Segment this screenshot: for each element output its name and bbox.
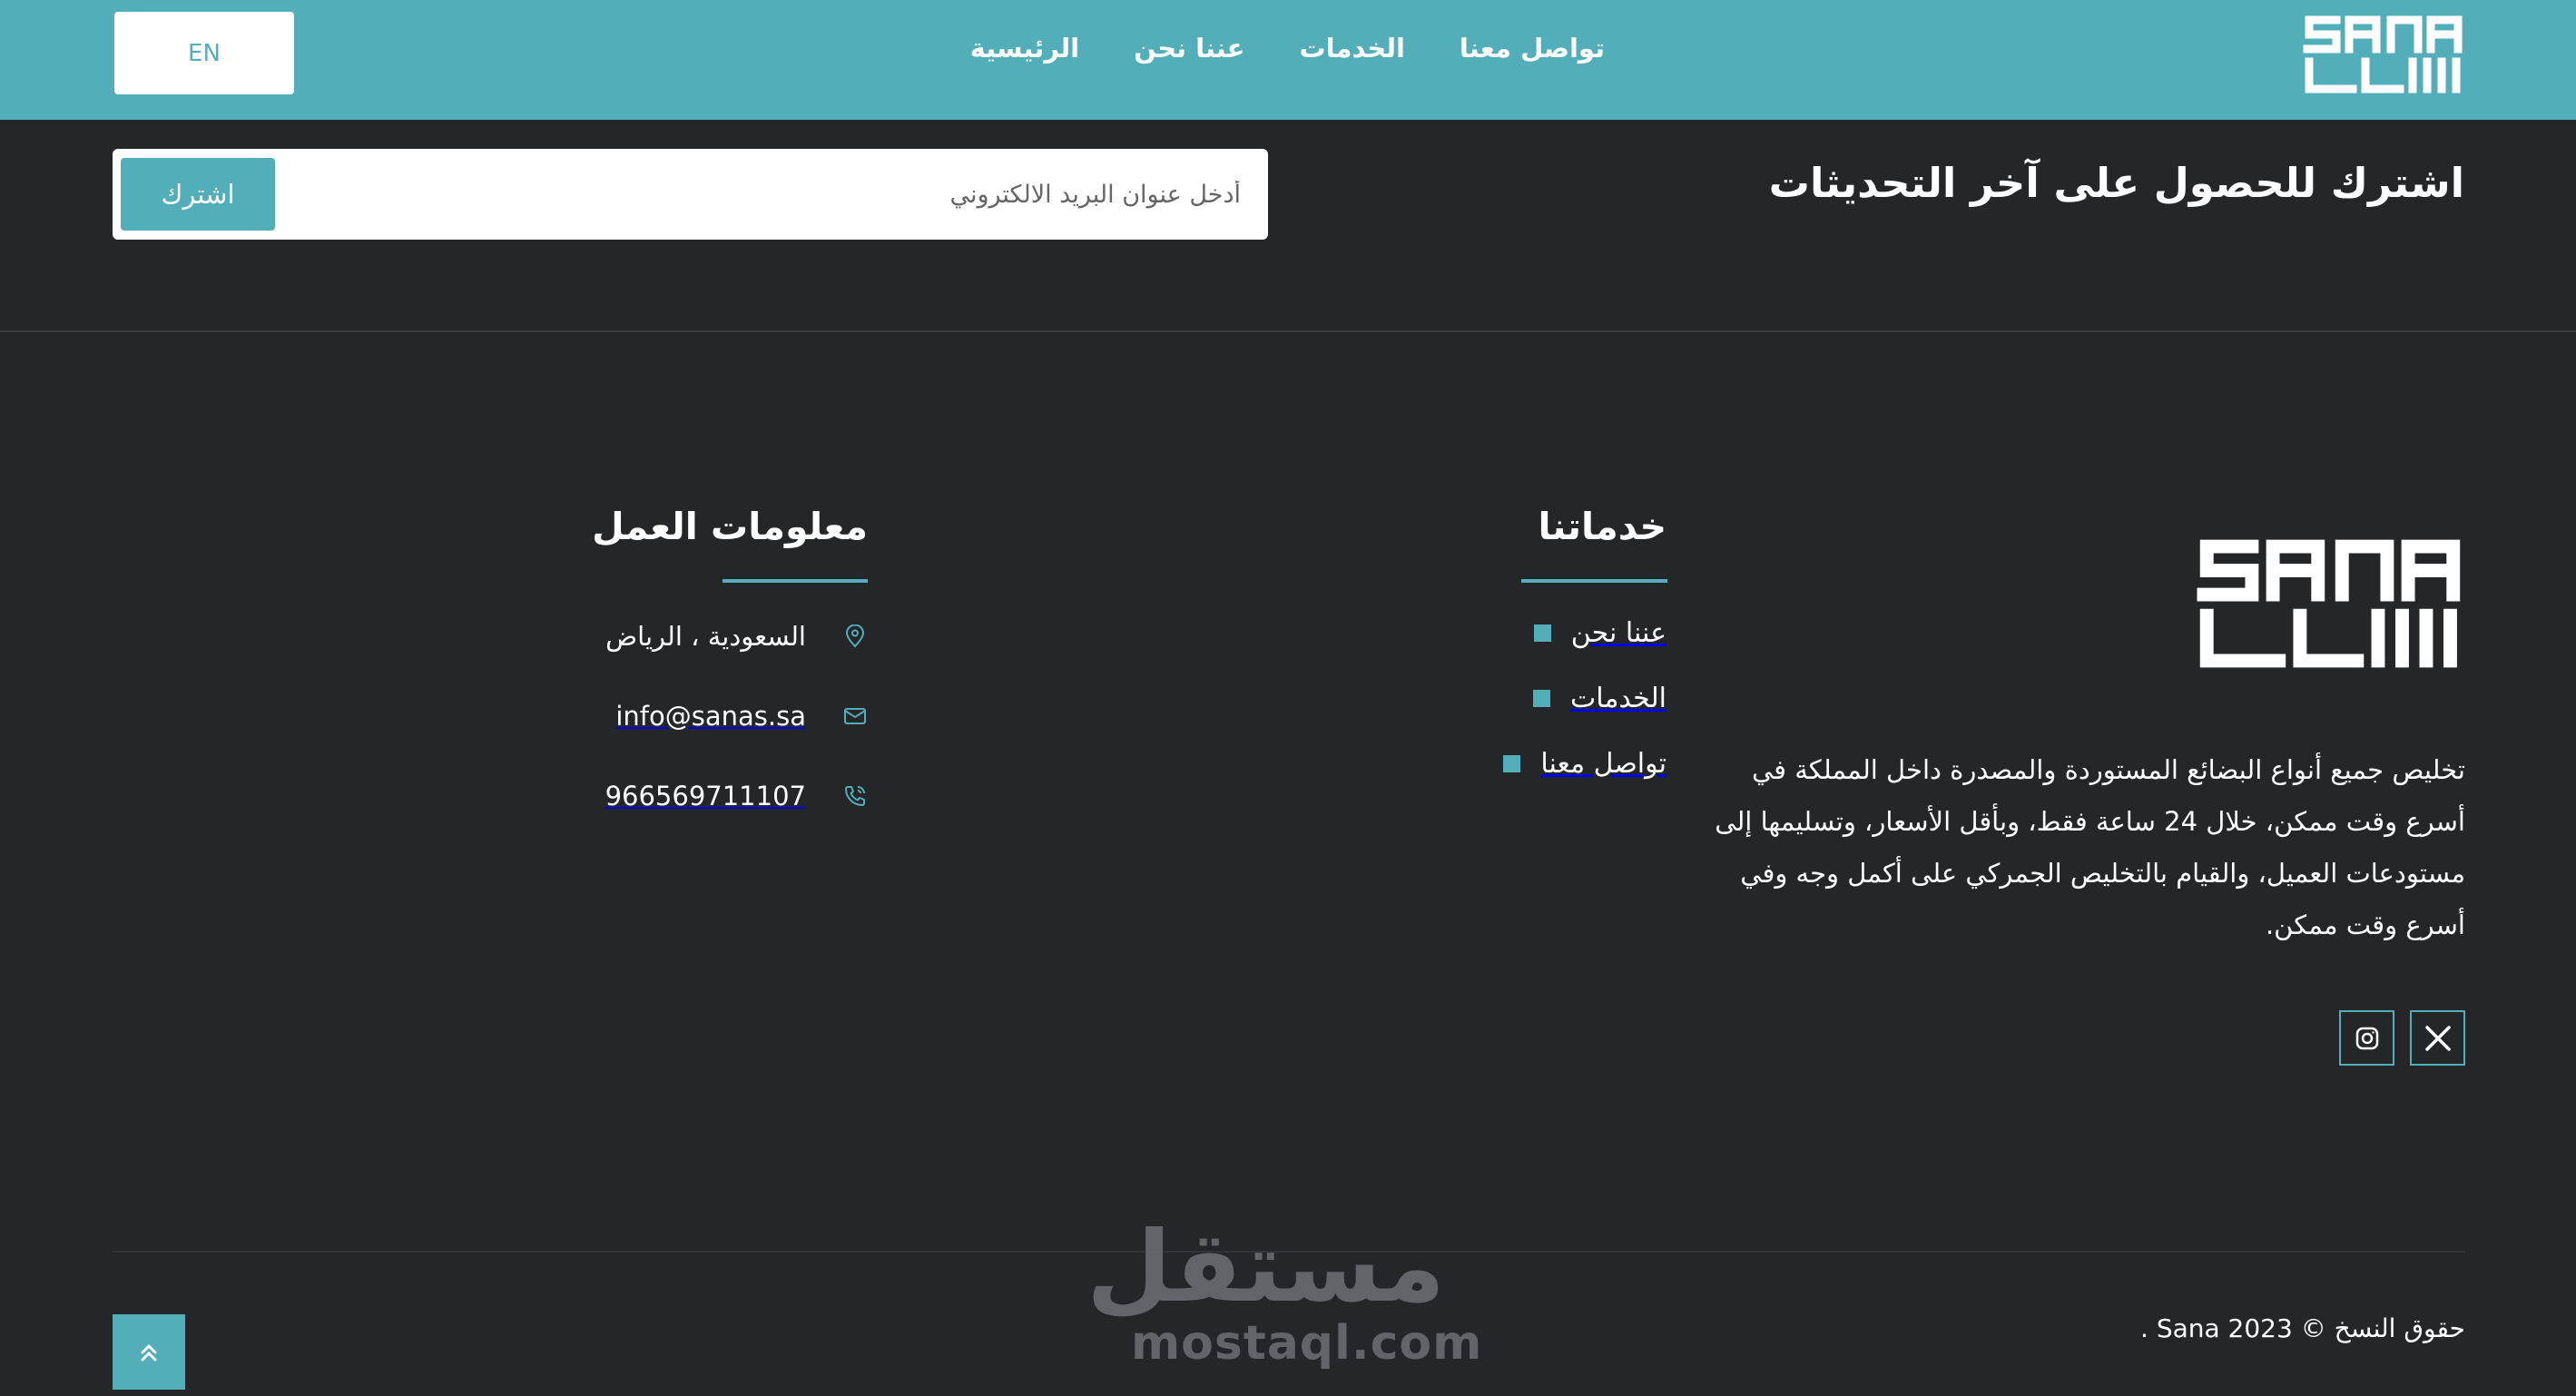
main-nav: الرئيسية عننا نحن الخدمات تواصل معنا [970,0,1605,96]
nav-contact-link[interactable]: تواصل معنا [1460,33,1605,64]
subscribe-button[interactable]: اشترك [121,158,275,231]
services-link-services[interactable]: الخدمات [1532,683,1667,714]
sana-logo-icon[interactable] [2302,15,2465,94]
scroll-to-top-button[interactable] [113,1314,185,1390]
service-label: تواصل معنا [1540,748,1667,780]
copyright-text: حقوق النسخ © Sana 2023 . [2140,1313,2465,1343]
watermark-arabic-text: مستقل [1086,1211,1445,1324]
services-link-contact[interactable]: تواصل معنا [1503,748,1667,780]
x-social-link[interactable] [2410,1010,2465,1066]
chevrons-up-icon [141,1344,157,1361]
services-title-underline [1521,579,1667,583]
mail-icon [842,703,868,729]
watermark-latin-text: mostaql.com [1131,1316,1483,1371]
top-header: EN الرئيسية عننا نحن الخدمات تواصل معنا [0,0,2576,120]
nav-about-link[interactable]: عننا نحن [1134,33,1244,64]
contact-phone-link[interactable]: 966569711107 [605,781,868,811]
contact-location: السعودية ، الرياض [605,621,868,652]
instagram-social-link[interactable] [2339,1010,2394,1066]
contact-email-label: info@sanas.sa [615,701,806,732]
x-icon [2424,1025,2451,1051]
services-link-about[interactable]: عننا نحن [1533,617,1667,649]
contact-phone-label: 966569711107 [605,781,806,811]
work-info-title-underline [723,579,868,583]
about-description: تخليص جميع أنواع البضائع المستوردة والمص… [1715,754,2465,940]
square-bullet-icon [1533,624,1551,642]
language-toggle-button[interactable]: EN [114,12,294,94]
subscribe-title: اشترك للحصول على آخر التحديثات [1768,159,2464,207]
square-bullet-icon [1532,690,1550,707]
email-input[interactable] [297,163,1241,225]
service-label: الخدمات [1569,683,1667,714]
services-title: خدماتنا [1538,505,1667,548]
mostaql-watermark: مستقل mostaql.com [1086,1211,1483,1372]
contact-email-link[interactable]: info@sanas.sa [615,701,868,732]
nav-home-link[interactable]: الرئيسية [970,33,1080,64]
square-bullet-icon [1503,755,1521,772]
contact-location-label: السعودية ، الرياض [605,621,806,652]
instagram-icon [2355,1027,2378,1049]
sana-logo-icon [2197,539,2461,668]
section-divider [0,330,2576,332]
subscribe-form: اشترك [113,149,1268,240]
nav-services-link[interactable]: الخدمات [1299,33,1404,64]
work-info-title: معلومات العمل [592,505,868,548]
service-label: عننا نحن [1570,617,1667,649]
location-pin-icon [842,624,868,649]
phone-icon [842,783,868,809]
